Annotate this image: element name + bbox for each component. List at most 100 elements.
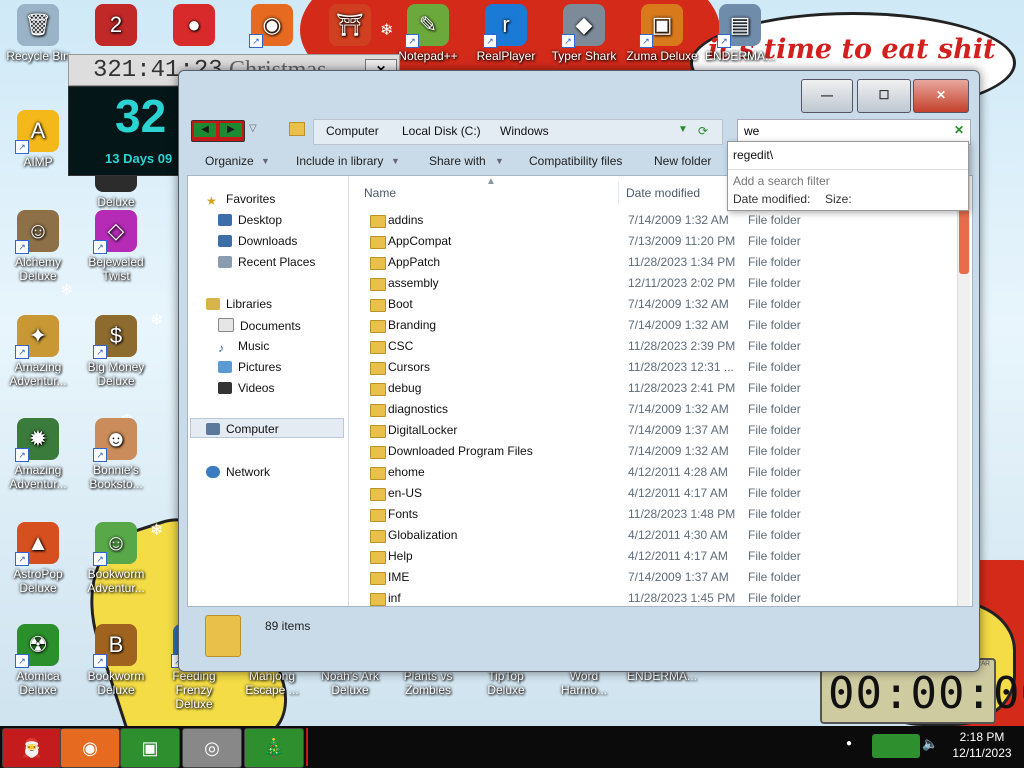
nav-favorites[interactable]: ★ Favorites — [206, 192, 275, 208]
clear-search-icon[interactable]: ✕ — [954, 123, 964, 137]
column-header-name[interactable]: Name — [364, 186, 396, 200]
address-dropdown-icon[interactable]: ▼ — [678, 124, 688, 135]
nav-downloads[interactable]: Downloads — [218, 234, 297, 248]
nav-libraries[interactable]: Libraries — [206, 297, 272, 311]
desktop-icon[interactable]: ⛩ — [312, 4, 388, 49]
filter-date-modified[interactable]: Date modified: — [733, 192, 810, 206]
vertical-scrollbar[interactable] — [957, 176, 970, 606]
nav-network[interactable]: Network — [206, 465, 270, 479]
nav-computer[interactable]: Computer — [206, 422, 279, 436]
maximize-button[interactable]: ☐ — [857, 79, 911, 113]
desktop-icon-label: Word Harmo... — [560, 669, 607, 697]
taskbar-clock[interactable]: 2:18 PM 12/11/2023 — [944, 729, 1020, 761]
organize-menu[interactable]: Organize — [205, 154, 254, 168]
desktop-icon[interactable]: ▲ ↗ AstroPop Deluxe — [0, 522, 76, 595]
back-button[interactable]: ◀ — [194, 123, 216, 137]
breadcrumb-local-disk[interactable]: Local Disk (C:) — [402, 124, 481, 138]
recent-pages-icon[interactable]: ▽ — [249, 123, 257, 134]
volume-icon[interactable]: 🔈 — [922, 736, 938, 752]
file-row[interactable]: AppCompat 7/13/2009 11:20 PM File folder — [364, 231, 964, 252]
tray-icons[interactable] — [872, 734, 920, 758]
file-row[interactable]: inf 11/28/2023 1:45 PM File folder — [364, 588, 964, 609]
nav-videos[interactable]: Videos — [218, 381, 274, 395]
scrollbar-thumb[interactable] — [959, 204, 969, 274]
compatibility-files-button[interactable]: Compatibility files — [529, 154, 622, 168]
breadcrumb[interactable]: Computer Local Disk (C:) Windows ▼ ⟳ — [313, 119, 723, 145]
file-row[interactable]: Boot 7/14/2009 1:32 AM File folder — [364, 294, 964, 315]
taskbar-tree[interactable]: 🎄 — [244, 728, 304, 768]
search-suggestions[interactable]: regedit\ Add a search filter Date modifi… — [727, 141, 969, 211]
app-icon: ◇ ↗ — [93, 210, 137, 254]
desktop-icon[interactable]: ◉ ↗ — [234, 4, 310, 49]
desktop-icon[interactable]: ☻ ↗ Bonnie's Booksto... — [78, 418, 154, 491]
desktop-icon[interactable]: ▣ ↗ Zuma Deluxe — [624, 4, 700, 63]
desktop-icon[interactable]: $ ↗ Big Money Deluxe — [78, 315, 154, 388]
shortcut-arrow-icon: ↗ — [15, 448, 29, 462]
file-date: 12/11/2023 2:02 PM — [628, 276, 736, 290]
close-button[interactable]: ✕ — [913, 79, 969, 113]
desktop-icon[interactable]: ☺ ↗ Alchemy Deluxe — [0, 210, 76, 283]
desktop-icon[interactable]: 2 — [78, 4, 154, 49]
include-in-library-menu[interactable]: Include in library — [296, 154, 383, 168]
filter-size[interactable]: Size: — [825, 192, 852, 206]
file-row[interactable]: ehome 4/12/2011 4:28 AM File folder — [364, 462, 964, 483]
app-icon: r ↗ — [483, 4, 527, 48]
app-icon: B ↗ — [93, 624, 137, 668]
nav-recent-places[interactable]: Recent Places — [218, 255, 315, 269]
navigation-pane: ★ Favorites Desktop Downloads Recent Plac… — [188, 176, 349, 606]
new-folder-button[interactable]: New folder — [654, 154, 711, 168]
file-row[interactable]: Downloaded Program Files 7/14/2009 1:32 A… — [364, 441, 964, 462]
search-input[interactable] — [742, 123, 926, 139]
file-row[interactable]: CSC 11/28/2023 2:39 PM File folder — [364, 336, 964, 357]
desktop-icon[interactable]: ✹ ↗ Amazing Adventur... — [0, 418, 76, 491]
app-icon: ▲↗ — [15, 522, 59, 566]
desktop-icon[interactable]: ◇ ↗ Bejeweled Twist — [78, 210, 154, 283]
file-row[interactable]: AppPatch 11/28/2023 1:34 PM File folder — [364, 252, 964, 273]
suggestion-item[interactable]: regedit\ — [733, 148, 773, 162]
minimize-button[interactable]: — — [801, 79, 853, 113]
nav-documents[interactable]: Documents — [218, 318, 301, 333]
file-row[interactable]: Globalization 4/12/2011 4:30 AM File folde… — [364, 525, 964, 546]
file-row[interactable]: addins 7/14/2009 1:32 AM File folder — [364, 210, 964, 231]
folder-icon — [370, 362, 386, 375]
nav-desktop[interactable]: Desktop — [218, 213, 282, 227]
file-row[interactable]: debug 11/28/2023 2:41 PM File folder — [364, 378, 964, 399]
taskbar-firefox[interactable]: ◉ — [60, 728, 120, 768]
file-row[interactable]: DigitalLocker 7/14/2009 1:37 AM File folde… — [364, 420, 964, 441]
desktop-icon[interactable]: ✦ ↗ Amazing Adventur... — [0, 315, 76, 388]
folder-icon — [370, 551, 386, 564]
column-header-date[interactable]: Date modified — [626, 186, 700, 200]
desktop-icon[interactable]: B ↗ Bookworm Deluxe — [78, 624, 154, 697]
file-row[interactable]: Fonts 11/28/2023 1:48 PM File folder — [364, 504, 964, 525]
desktop-icon[interactable]: ☢ ↗ Atomica Deluxe — [0, 624, 76, 697]
desktop-icon[interactable]: 🗑 Recycle Bin — [0, 4, 76, 63]
desktop-icon[interactable]: ▤↗ENDERMA... — [702, 4, 778, 63]
notification-dot-icon[interactable]: ● — [846, 738, 852, 749]
forward-button[interactable]: ▶ — [220, 123, 242, 137]
taskbar-chrome[interactable]: ◎ — [182, 728, 242, 768]
nav-music[interactable]: ♪ Music — [218, 339, 269, 355]
breadcrumb-windows[interactable]: Windows — [500, 124, 549, 138]
desktop-icon[interactable]: A ↗ AIMP — [0, 110, 76, 169]
desktop-icon[interactable]: r ↗ RealPlayer — [468, 4, 544, 63]
clock-date: 12/11/2023 — [952, 746, 1012, 760]
file-row[interactable]: assembly 12/11/2023 2:02 PM File folder — [364, 273, 964, 294]
desktop-icon[interactable]: ✎ ↗ Notepad++ — [390, 4, 466, 63]
desktop-icon[interactable]: ☺ ↗ Bookworm Adventur... — [78, 522, 154, 595]
desktop-icon[interactable]: ● — [156, 4, 232, 49]
file-name: addins — [388, 213, 424, 227]
app-icon: ☻ ↗ — [93, 418, 137, 462]
refresh-icon[interactable]: ⟳ — [698, 124, 708, 138]
desktop-icon[interactable]: ◆ ↗ Typer Shark — [546, 4, 622, 63]
breadcrumb-computer[interactable]: Computer — [326, 124, 379, 138]
share-with-menu[interactable]: Share with — [429, 154, 486, 168]
file-row[interactable]: Help 4/12/2011 4:17 AM File folder — [364, 546, 964, 567]
start-button[interactable]: 🎅 — [2, 728, 62, 768]
taskbar-explorer[interactable]: ▣ — [120, 728, 180, 768]
file-row[interactable]: diagnostics 7/14/2009 1:32 AM File folder — [364, 399, 964, 420]
file-row[interactable]: Branding 7/14/2009 1:32 AM File folder — [364, 315, 964, 336]
file-row[interactable]: IME 7/14/2009 1:37 AM File folder — [364, 567, 964, 588]
file-row[interactable]: Cursors 11/28/2023 12:31 ... File folder — [364, 357, 964, 378]
file-row[interactable]: en-US 4/12/2011 4:17 AM File folder — [364, 483, 964, 504]
nav-pictures[interactable]: Pictures — [218, 360, 281, 374]
